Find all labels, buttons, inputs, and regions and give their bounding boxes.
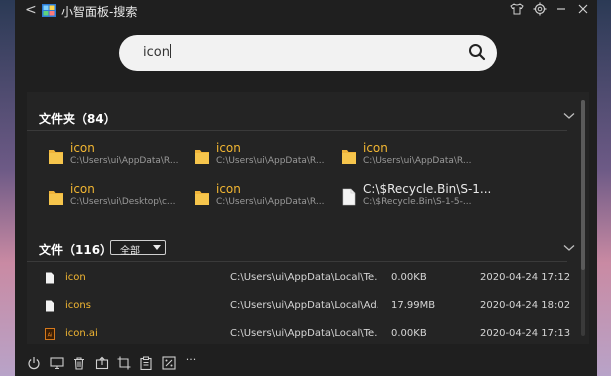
- export-icon[interactable]: [95, 356, 109, 370]
- text-caret: [169, 44, 171, 58]
- file-path: C:\Users\ui\AppData\Local\Ad...: [230, 300, 378, 311]
- file-date: 2020-04-24 17:13: [480, 328, 571, 339]
- file-row[interactable]: Ai icon.ai C:\Users\ui\AppData\Local\Te.…: [27, 324, 571, 350]
- bottom-toolbar: ···: [15, 350, 597, 376]
- divider: [27, 261, 567, 262]
- folders-collapse-chevron-icon[interactable]: [563, 110, 575, 123]
- folder-item[interactable]: icon C:\Users\ui\AppData\R...: [341, 141, 481, 175]
- folder-path: C:\Users\ui\AppData\R...: [216, 197, 325, 207]
- folder-item[interactable]: C:\$Recycle.Bin\S-1... C:\$Recycle.Bin\S…: [341, 182, 491, 216]
- folder-path: C:\Users\ui\AppData\R...: [70, 156, 179, 166]
- search-icon[interactable]: [468, 43, 486, 61]
- file-row[interactable]: icons C:\Users\ui\AppData\Local\Ad... 17…: [27, 296, 571, 322]
- monitor-icon[interactable]: [50, 356, 64, 370]
- file-path: C:\Users\ui\AppData\Local\Te...: [230, 328, 378, 339]
- gear-icon[interactable]: [532, 2, 548, 20]
- folder-name: icon: [216, 182, 241, 196]
- folders-section-title: 文件夹（84）: [39, 112, 116, 126]
- file-date: 2020-04-24 17:12: [480, 272, 571, 283]
- folder-path: C:\$Recycle.Bin\S-1-5-...: [363, 197, 472, 207]
- folder-item[interactable]: icon C:\Users\ui\AppData\R...: [194, 141, 334, 175]
- file-name: icon.ai: [65, 328, 98, 339]
- window-title: 小智面板-搜索: [61, 5, 138, 19]
- file-name: icon: [65, 272, 86, 283]
- search-input[interactable]: icon: [143, 44, 171, 60]
- folder-icon: [342, 150, 356, 164]
- file-date: 2020-04-24 18:02: [480, 300, 571, 311]
- document-icon: [342, 188, 356, 206]
- files-collapse-chevron-icon[interactable]: [563, 242, 575, 255]
- files-section-title: 文件（116）: [39, 243, 113, 257]
- illustrator-file-icon: Ai: [45, 328, 55, 340]
- folder-item[interactable]: icon C:\Users\ui\Desktop\c...: [48, 182, 188, 216]
- file-size: 0.00KB: [391, 328, 427, 339]
- folder-icon: [49, 191, 63, 205]
- shirt-icon[interactable]: [509, 2, 525, 20]
- file-icon: [46, 300, 54, 312]
- clipboard-icon[interactable]: [139, 356, 153, 371]
- back-button[interactable]: <: [25, 2, 37, 18]
- folder-path: C:\Users\ui\Desktop\c...: [70, 197, 176, 207]
- file-path: C:\Users\ui\AppData\Local\Te...: [230, 272, 378, 283]
- folder-icon: [49, 150, 63, 164]
- power-icon[interactable]: [27, 356, 41, 370]
- divider: [27, 130, 567, 131]
- dropdown-arrow-icon: [153, 245, 161, 250]
- app-logo-icon: [42, 4, 56, 17]
- file-size: 17.99MB: [391, 300, 436, 311]
- folder-icon: [195, 191, 209, 205]
- file-icon: [46, 272, 54, 284]
- minimize-icon[interactable]: [553, 2, 569, 20]
- more-icon[interactable]: ···: [184, 353, 198, 367]
- scrollbar-thumb[interactable]: [581, 100, 585, 270]
- title-bar: < 小智面板-搜索: [15, 0, 597, 22]
- trash-icon[interactable]: [72, 356, 86, 370]
- close-icon[interactable]: [575, 2, 591, 20]
- file-name: icons: [65, 300, 91, 311]
- folder-item[interactable]: icon C:\Users\ui\AppData\R...: [194, 182, 334, 216]
- folder-icon: [195, 150, 209, 164]
- search-box[interactable]: icon: [119, 35, 497, 71]
- filter-selected-value: 全部: [120, 246, 140, 257]
- file-type-filter-dropdown[interactable]: 全部: [110, 240, 166, 257]
- folder-name: icon: [70, 182, 95, 196]
- svg-text:Ai: Ai: [48, 333, 53, 339]
- folder-name: icon: [70, 141, 95, 155]
- folder-item[interactable]: icon C:\Users\ui\AppData\R...: [48, 141, 188, 175]
- file-row[interactable]: icon C:\Users\ui\AppData\Local\Te... 0.0…: [27, 268, 571, 294]
- app-window: < 小智面板-搜索 icon 文件夹（84） icon C:\Users\ui\…: [15, 0, 597, 376]
- folder-path: C:\Users\ui\AppData\R...: [363, 156, 472, 166]
- folder-name: icon: [363, 141, 388, 155]
- percent-icon[interactable]: [162, 356, 176, 370]
- folder-name: C:\$Recycle.Bin\S-1...: [363, 182, 492, 196]
- folder-path: C:\Users\ui\AppData\R...: [216, 156, 325, 166]
- folder-name: icon: [216, 141, 241, 155]
- file-size: 0.00KB: [391, 272, 427, 283]
- crop-icon[interactable]: [117, 356, 131, 370]
